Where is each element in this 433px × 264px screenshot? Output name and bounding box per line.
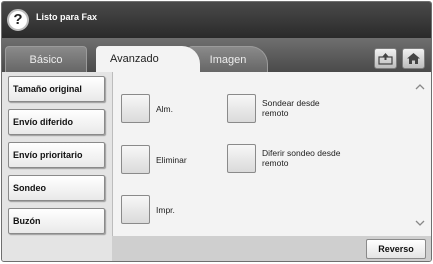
eliminar-label: Eliminar xyxy=(156,155,187,165)
sidebar: Tamaño original Envío diferido Envío pri… xyxy=(2,72,112,261)
diferir-label: Diferir sondeo desde remoto xyxy=(262,148,341,168)
impr-label: Impr. xyxy=(156,205,175,215)
sondear-label: Sondear desde remoto xyxy=(262,98,320,118)
scrollbar[interactable] xyxy=(411,74,429,234)
tab-bar: Básico Imagen Avanzado xyxy=(2,38,431,72)
help-icon[interactable]: ? xyxy=(7,9,29,31)
impr-button[interactable] xyxy=(121,195,150,224)
sidebar-item-envio-diferido[interactable]: Envío diferido xyxy=(8,109,105,135)
sidebar-item-envio-prioritario[interactable]: Envío prioritario xyxy=(8,142,105,168)
title-bar: ? Listo para Fax xyxy=(2,2,431,38)
status-text: Listo para Fax xyxy=(36,12,98,22)
tab-basico[interactable]: Básico xyxy=(5,46,87,72)
scroll-down-icon[interactable] xyxy=(411,214,429,232)
tab-imagen[interactable]: Imagen xyxy=(188,46,268,72)
eliminar-button[interactable] xyxy=(121,145,150,174)
home-icon xyxy=(407,53,420,64)
alm-label: Alm. xyxy=(156,104,173,114)
fax-screen: ? Listo para Fax Básico Imagen Avanzado … xyxy=(1,1,432,262)
upload-icon xyxy=(378,53,393,65)
diferir-button[interactable] xyxy=(227,144,256,173)
sidebar-item-sondeo[interactable]: Sondeo xyxy=(8,175,105,201)
scroll-up-icon[interactable] xyxy=(411,78,429,96)
bottom-bar: Reverso xyxy=(112,236,431,261)
reverso-button[interactable]: Reverso xyxy=(366,239,426,259)
upload-button[interactable] xyxy=(374,48,397,69)
tab-avanzado[interactable]: Avanzado xyxy=(96,46,200,72)
options-panel: Alm. Eliminar Impr. Sondear desde remoto… xyxy=(112,72,431,236)
sidebar-item-tamano-original[interactable]: Tamaño original xyxy=(8,76,105,102)
home-button[interactable] xyxy=(402,48,425,69)
alm-button[interactable] xyxy=(121,94,150,123)
sondear-button[interactable] xyxy=(227,94,256,123)
sidebar-item-buzon[interactable]: Buzón xyxy=(8,208,105,234)
